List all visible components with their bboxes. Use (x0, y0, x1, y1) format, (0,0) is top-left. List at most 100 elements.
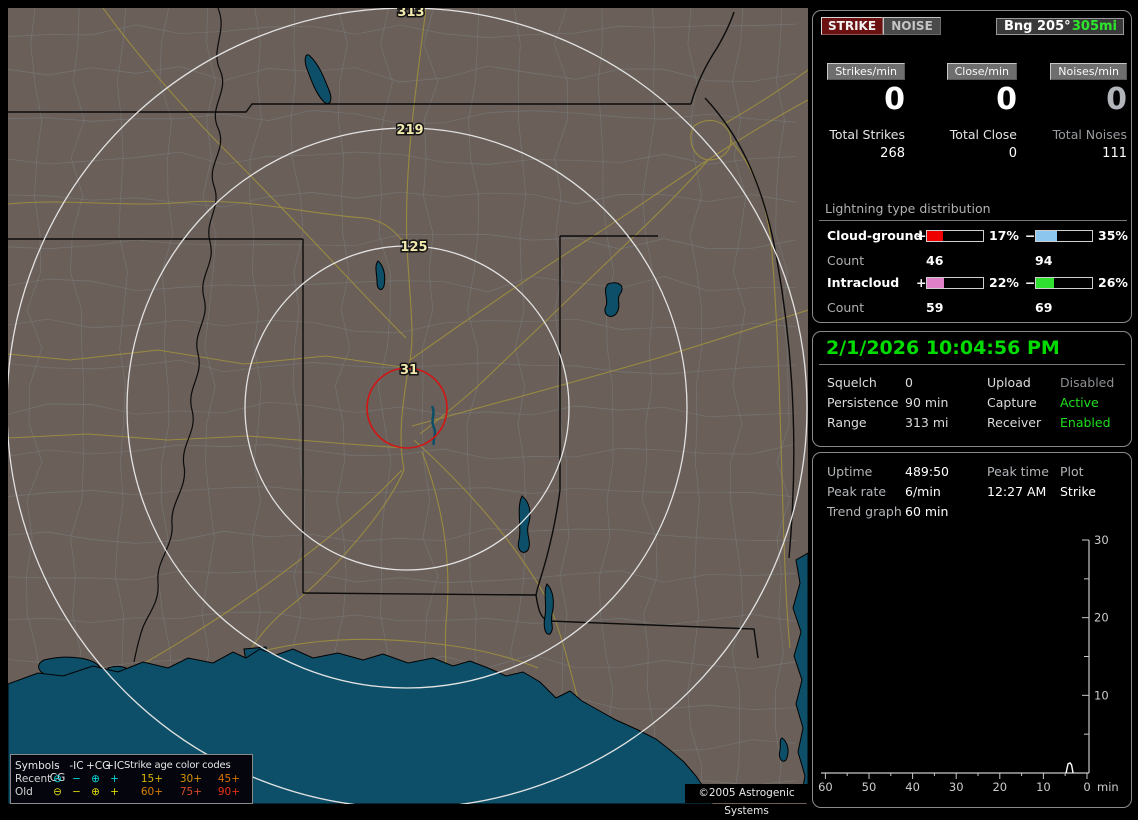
copyright-text: ©2005 Astrogenic Systems (685, 784, 808, 817)
bearing-range-value: 305mi (1071, 19, 1117, 34)
count-row: Count 59 69 (813, 300, 1133, 315)
rate-button[interactable]: Close/min (946, 63, 1017, 80)
strike-symbol-icon: − (72, 773, 81, 785)
grid-cell: 489:50 (905, 463, 949, 479)
strike-symbol-icon: ⊖ (53, 773, 62, 785)
strike-symbol-icon: ⊕ (91, 786, 100, 798)
strike-symbol-icon: + (110, 786, 119, 798)
grid-cell: 12:27 AM (987, 483, 1047, 499)
grid-cell: 60 min (905, 503, 949, 519)
grid-cell: Trend graph (827, 503, 902, 519)
strike-symbol-icon: ⊖ (53, 786, 62, 798)
grid-cell: Plot (1060, 463, 1084, 479)
rate-button[interactable]: Strikes/min (827, 63, 905, 80)
distribution-row: Cloud-ground +17% − 35% (813, 228, 1133, 244)
map-area[interactable]: 313 219 125 31 Symbols -CG -IC +CG +IC Strike… (8, 8, 808, 817)
positive-bar-fill (927, 231, 943, 241)
x-tick-label: 10 (1036, 780, 1051, 794)
y-tick-label: 20 (1094, 611, 1109, 625)
grid-cell: Receiver (987, 414, 1042, 430)
trend-graph: 10 20 30 0 10 20 30 40 50 60 min (818, 533, 1119, 794)
positive-count: 59 (926, 300, 944, 315)
symbol-legend: Symbols -CG -IC +CG +IC Strike age color code… (10, 754, 253, 804)
ring-label-31: 31 (400, 363, 418, 378)
age-code: 60+ (140, 786, 163, 798)
x-axis-unit: min (1097, 780, 1119, 794)
age-code: 45+ (217, 773, 240, 785)
noise-mode-button[interactable]: NOISE (883, 17, 941, 35)
x-tick-label: 0 (1083, 780, 1090, 794)
total-label: Total Strikes (829, 127, 905, 142)
positive-bar (926, 230, 984, 242)
bearing-readout: Bng 205° 305mi (996, 18, 1124, 35)
grid-cell: Capture (987, 394, 1037, 410)
positive-pct: 17% (989, 228, 1019, 243)
positive-pct: 22% (989, 275, 1019, 290)
rate-button[interactable]: Noises/min (1050, 63, 1127, 80)
type-name: Intracloud (827, 275, 900, 290)
status-grid: Squelch 0 Upload Disabled Persistence 90 min C… (813, 372, 1133, 432)
total-value: 0 (1008, 146, 1017, 161)
total-label: Total Close (949, 127, 1017, 142)
grid-cell: Active (1060, 394, 1099, 410)
positive-bar (926, 277, 984, 289)
type-name: Cloud-ground (827, 228, 923, 243)
lightning-type-distribution: Lightning type distribution Cloud-ground… (813, 201, 1133, 315)
total-value: 111 (1102, 146, 1127, 161)
negative-pct: 26% (1098, 275, 1128, 290)
count-label: Count (827, 300, 865, 315)
x-tick-label: 20 (992, 780, 1007, 794)
count-label: Count (827, 253, 865, 268)
grid-cell: Upload (987, 374, 1031, 390)
legend-row-old: Old ⊖ − ⊕ +60+ 75+ 90+ (15, 786, 240, 798)
distribution-title: Lightning type distribution (825, 201, 991, 216)
negative-count: 94 (1035, 253, 1053, 268)
grid-cell: Strike (1060, 483, 1096, 499)
datetime-display: 2/1/2026 10:04:56 PM (826, 337, 1060, 359)
grid-cell: Uptime (827, 463, 873, 479)
bearing-value: Bng 205° (1004, 19, 1071, 34)
minus-sign: − (1025, 275, 1036, 290)
ring-label-313: 313 (397, 8, 424, 20)
lightning-map[interactable]: 313 219 125 31 (8, 8, 808, 804)
negative-bar (1035, 277, 1093, 289)
negative-bar (1035, 230, 1093, 242)
grid-cell: 0 (905, 374, 913, 390)
strike-mode-button[interactable]: STRIKE (821, 17, 884, 35)
negative-count: 69 (1035, 300, 1053, 315)
strike-symbol-icon: ⊕ (91, 773, 100, 785)
grid-cell: 313 mi (905, 414, 949, 430)
grid-cell: Enabled (1060, 414, 1111, 430)
plus-sign: + (916, 228, 927, 243)
grid-cell: Persistence (827, 394, 899, 410)
minus-sign: − (1025, 228, 1036, 243)
age-code: 30+ (179, 773, 202, 785)
positive-bar-fill (927, 278, 945, 288)
total-value: 268 (880, 146, 905, 161)
y-tick-label: 30 (1094, 533, 1109, 547)
rate-column-1: Close/min 0 Total Close 0 (905, 63, 1017, 161)
grid-cell: Peak time (987, 463, 1049, 479)
rate-value: 0 (996, 82, 1017, 117)
rate-value: 0 (1106, 82, 1127, 117)
x-tick-label: 50 (862, 780, 877, 794)
plus-sign: + (916, 275, 927, 290)
negative-bar-fill (1036, 278, 1055, 288)
y-tick-label: 10 (1094, 688, 1109, 702)
grid-cell: Range (827, 414, 867, 430)
settings-panel: 2/1/2026 10:04:56 PM Squelch 0 Upload Disab… (812, 331, 1132, 447)
age-code: 75+ (179, 786, 202, 798)
distribution-row: Intracloud +22% − 26% (813, 275, 1133, 291)
grid-cell: Squelch (827, 374, 877, 390)
rate-column-0: Strikes/min 0 Total Strikes 268 (813, 63, 905, 161)
x-tick-label: 40 (905, 780, 920, 794)
ring-label-219: 219 (396, 123, 423, 138)
stats-trend-panel: Uptime 489:50 Peak time Plot Peak rate 6/min 1… (812, 452, 1132, 808)
strike-symbol-icon: + (110, 773, 119, 785)
negative-bar-fill (1036, 231, 1058, 241)
grid-cell: 90 min (905, 394, 949, 410)
grid-cell: Disabled (1060, 374, 1115, 390)
counters-panel: STRIKE NOISE Bng 205° 305mi Strikes/min 0… (812, 10, 1132, 323)
legend-row-recent: Recent ⊖ − ⊕ +15+ 30+ 45+ (15, 773, 240, 785)
positive-count: 46 (926, 253, 944, 268)
